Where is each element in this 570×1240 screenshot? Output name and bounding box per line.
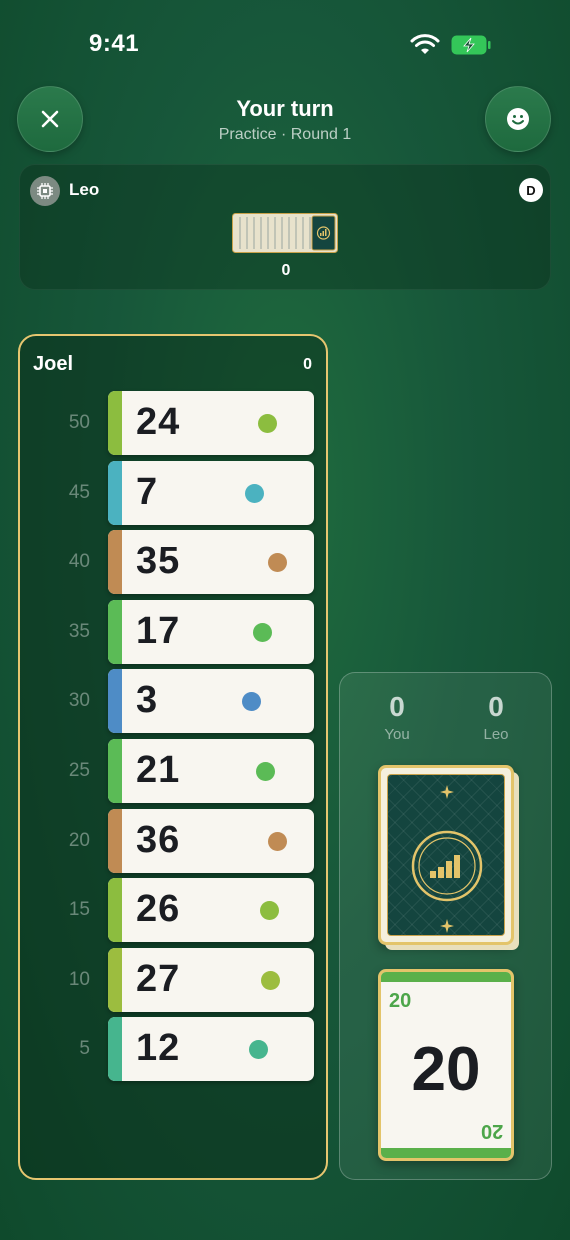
card-color-band-top xyxy=(381,972,511,982)
row-card[interactable]: 12 xyxy=(108,1017,314,1082)
card-color-stripe xyxy=(108,460,122,525)
row-card[interactable]: 27 xyxy=(108,947,314,1012)
draw-pile[interactable] xyxy=(378,765,514,945)
discard-pile-card[interactable]: 20 20 20 xyxy=(378,969,514,1161)
row-card[interactable]: 36 xyxy=(108,808,314,873)
card-color-stripe xyxy=(108,391,122,455)
status-time: 9:41 xyxy=(89,30,140,57)
row-label: 15 xyxy=(68,899,90,921)
row-card[interactable]: 26 xyxy=(108,878,314,943)
row-label: 35 xyxy=(68,620,90,642)
player-score: 0 xyxy=(303,356,312,373)
row-card[interactable]: 24 xyxy=(108,391,314,455)
card-color-dot xyxy=(245,483,264,503)
dealer-badge: D xyxy=(519,178,543,202)
card-color-stripe xyxy=(108,1017,122,1082)
card-color-dot xyxy=(261,970,280,990)
card-color-band-bottom xyxy=(381,1148,511,1158)
card-corner-top: 20 xyxy=(389,990,412,1012)
card-color-stripe xyxy=(108,947,122,1012)
card-color-dot xyxy=(268,553,287,573)
wifi-icon xyxy=(410,34,440,54)
opponent-score-label: Leo xyxy=(483,726,509,743)
battery-charging-icon xyxy=(451,35,491,55)
card-number: 27 xyxy=(136,957,181,1000)
card-color-stripe xyxy=(108,739,122,803)
row-label: 40 xyxy=(68,551,90,573)
card-color-dot xyxy=(258,414,277,433)
emote-button[interactable] xyxy=(485,86,551,152)
smiley-icon xyxy=(507,108,529,130)
row-label: 10 xyxy=(68,968,90,990)
sparkle-icon xyxy=(440,785,454,799)
opponent-score-value: 0 xyxy=(488,691,504,722)
card-color-dot xyxy=(260,901,279,921)
card-number: 26 xyxy=(136,888,181,931)
deck-logo-icon xyxy=(411,830,483,902)
opponent-name: Leo xyxy=(69,180,100,199)
card-back-pattern xyxy=(387,774,505,936)
card-color-stripe xyxy=(108,808,122,873)
card-number: 7 xyxy=(136,470,159,513)
row-label: 20 xyxy=(68,829,90,851)
card-color-stripe xyxy=(108,530,122,595)
player-name: Joel xyxy=(33,353,74,375)
opponent-hand-count: 0 xyxy=(281,262,291,279)
card-color-dot xyxy=(249,1040,268,1060)
row-card[interactable]: 35 xyxy=(108,530,314,595)
your-score-label: You xyxy=(384,726,410,743)
card-number: 17 xyxy=(136,609,181,652)
card-number: 36 xyxy=(136,818,181,861)
card-color-stripe xyxy=(108,599,122,664)
card-color-dot xyxy=(253,622,272,642)
page-subtitle: Practice · Round 1 xyxy=(218,126,352,143)
player-panel: Joel 0 50 24 45 7 40 35 35 17 30 3 25 21 20 36 15 26 10 2… xyxy=(18,334,328,1180)
card-number: 21 xyxy=(136,749,181,791)
card-number: 24 xyxy=(136,401,181,443)
your-score-value: 0 xyxy=(389,691,405,722)
card-color-dot xyxy=(242,692,261,712)
card-color-stripe xyxy=(108,878,122,943)
cpu-avatar xyxy=(30,176,60,206)
row-label: 30 xyxy=(68,690,90,712)
row-card[interactable]: 21 xyxy=(108,739,314,803)
card-number: 3 xyxy=(136,679,159,722)
row-label: 50 xyxy=(68,412,90,433)
card-value: 20 xyxy=(411,1035,481,1104)
row-card[interactable]: 3 xyxy=(108,669,314,734)
row-label: 45 xyxy=(68,481,90,503)
card-number: 12 xyxy=(136,1027,181,1070)
row-card[interactable]: 7 xyxy=(108,460,314,525)
sparkle-icon xyxy=(440,919,454,933)
status-bar: 9:41 xyxy=(0,0,570,80)
card-color-dot xyxy=(268,831,287,851)
card-number: 35 xyxy=(136,540,181,583)
card-corner-bottom: 20 xyxy=(480,1120,503,1142)
card-color-stripe xyxy=(108,669,122,734)
row-label: 5 xyxy=(79,1038,90,1060)
row-label: 25 xyxy=(68,760,90,781)
scoreboard-panel: 0 You 0 Leo 20 20 20 xyxy=(339,672,552,1180)
opponent-hand-stack xyxy=(232,213,338,253)
opponent-panel: Leo D 0 xyxy=(19,164,551,290)
card-color-dot xyxy=(256,762,275,781)
row-card[interactable]: 17 xyxy=(108,599,314,664)
cpu-chip-icon xyxy=(37,183,53,199)
